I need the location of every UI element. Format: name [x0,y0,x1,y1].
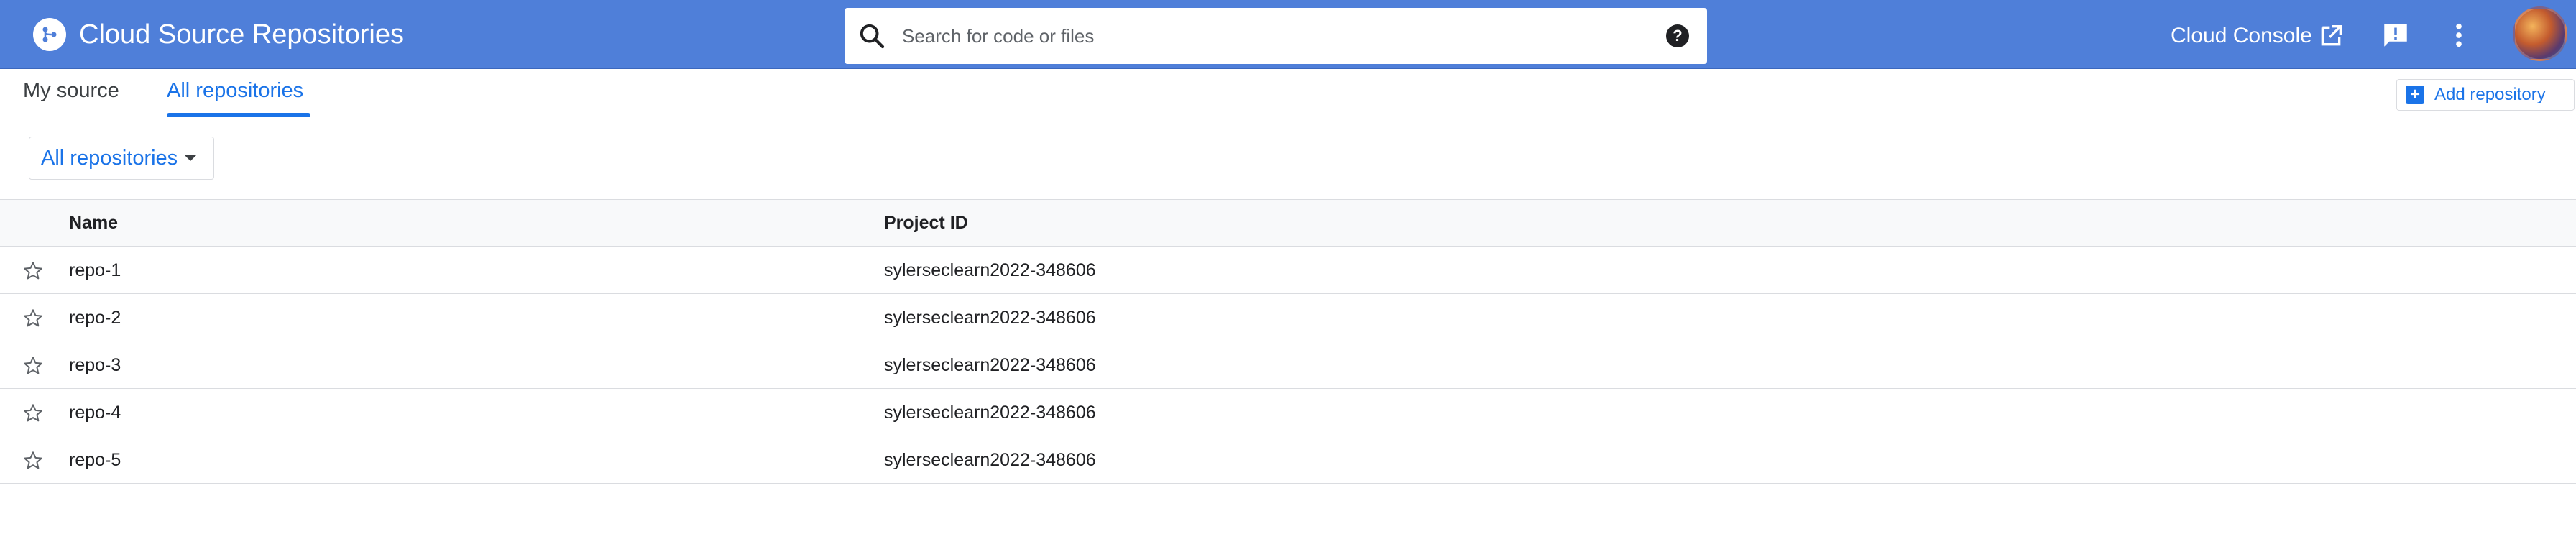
dropdown-caret-icon [185,155,197,161]
user-avatar[interactable] [2513,6,2567,61]
cloud-console-link[interactable]: Cloud Console [2171,19,2345,53]
app-title: Cloud Source Repositories [79,19,405,50]
star-icon[interactable] [22,307,45,330]
add-repository-label: Add repository [2434,85,2546,104]
search-input[interactable] [902,20,1621,52]
active-tab-indicator [167,113,310,117]
more-vert-icon[interactable] [2444,20,2474,50]
add-box-icon: + [2406,86,2424,104]
star-icon[interactable] [22,402,45,425]
repo-name[interactable]: repo-4 [69,402,121,423]
open-in-new-icon [2321,25,2342,46]
project-id: sylerseclearn2022-348606 [884,450,1096,470]
star-icon[interactable] [22,354,45,377]
column-header-project-id[interactable]: Project ID [884,213,968,234]
project-id: sylerseclearn2022-348606 [884,402,1096,423]
column-header-name[interactable]: Name [69,213,118,234]
table-header: Name Project ID [0,199,2576,247]
search-icon [860,24,885,49]
repo-name[interactable]: repo-1 [69,260,121,281]
repository-filter-dropdown[interactable]: All repositories [29,137,214,180]
top-app-bar: Cloud Source Repositories ? Cloud Consol… [0,0,2576,69]
tab-bar: My source All repositories [0,70,2576,119]
repo-name[interactable]: repo-3 [69,355,121,376]
star-icon[interactable] [22,259,45,282]
table-row[interactable]: repo-5 sylerseclearn2022-348606 [0,436,2576,484]
cloud-source-repositories-logo-icon [33,18,66,51]
repo-name[interactable]: repo-2 [69,308,121,328]
repositories-table: Name Project ID repo-1 sylerseclearn2022… [0,199,2576,484]
tab-my-source[interactable]: My source [23,79,119,103]
filter-selected-value: All repositories [41,146,178,170]
brand[interactable]: Cloud Source Repositories [33,18,405,51]
help-icon[interactable]: ? [1666,24,1689,47]
feedback-icon[interactable] [2380,20,2411,50]
table-row[interactable]: repo-1 sylerseclearn2022-348606 [0,247,2576,294]
tab-all-repositories[interactable]: All repositories [167,79,303,103]
star-icon[interactable] [22,449,45,472]
repo-name[interactable]: repo-5 [69,450,121,471]
project-id: sylerseclearn2022-348606 [884,260,1096,280]
table-row[interactable]: repo-4 sylerseclearn2022-348606 [0,389,2576,436]
project-id: sylerseclearn2022-348606 [884,308,1096,328]
project-id: sylerseclearn2022-348606 [884,355,1096,375]
search-box[interactable]: ? [845,8,1707,64]
cloud-console-label: Cloud Console [2171,24,2312,47]
table-row[interactable]: repo-2 sylerseclearn2022-348606 [0,294,2576,341]
table-row[interactable]: repo-3 sylerseclearn2022-348606 [0,341,2576,389]
add-repository-button[interactable]: + Add repository [2396,79,2575,111]
